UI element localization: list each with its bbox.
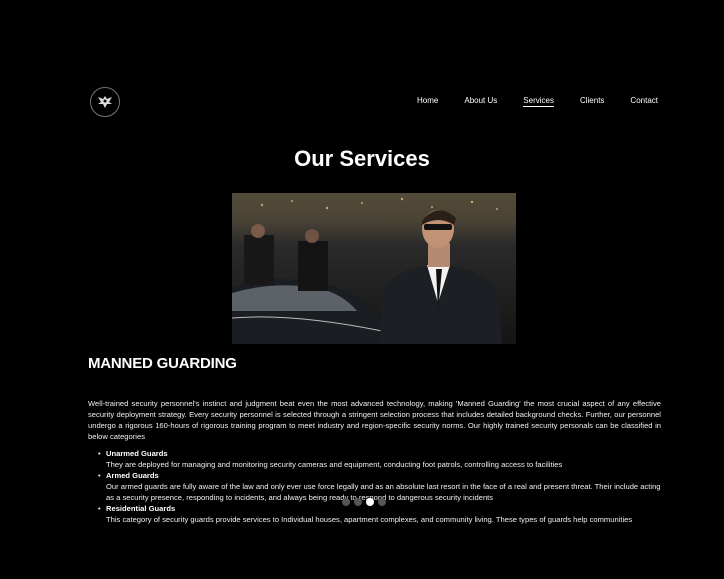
logo[interactable]: [90, 87, 120, 117]
section-title: MANNED GUARDING: [88, 355, 237, 372]
eagle-emblem-icon: [98, 96, 112, 108]
nav-about-us[interactable]: About Us: [464, 96, 497, 107]
services-list: • Unarmed Guards They are deployed for m…: [96, 448, 661, 525]
bullet-icon: •: [98, 504, 101, 513]
carousel-dots: [342, 498, 386, 506]
page-title: Our Services: [294, 146, 430, 171]
carousel-dot[interactable]: [378, 498, 386, 506]
bullet-icon: •: [98, 471, 101, 480]
service-name: Unarmed Guards: [106, 449, 168, 458]
carousel-dot[interactable]: [354, 498, 362, 506]
nav-services[interactable]: Services: [523, 96, 554, 107]
nav-home[interactable]: Home: [417, 96, 438, 107]
list-item: • Unarmed Guards They are deployed for m…: [96, 448, 661, 470]
bullet-icon: •: [98, 449, 101, 458]
carousel-dot[interactable]: [342, 498, 350, 506]
main-nav: Home About Us Services Clients Contact: [391, 96, 658, 107]
service-name: Armed Guards: [106, 471, 159, 480]
carousel-dot-active[interactable]: [366, 498, 374, 506]
service-desc: This category of security guards provide…: [106, 515, 633, 524]
nav-clients[interactable]: Clients: [580, 96, 604, 107]
list-item: • Residential Guards This category of se…: [96, 503, 661, 525]
nav-contact[interactable]: Contact: [630, 96, 658, 107]
intro-text: Well-trained security personnel's instin…: [88, 398, 661, 441]
service-desc: They are deployed for managing and monit…: [106, 460, 563, 469]
hero-image: [232, 193, 516, 344]
